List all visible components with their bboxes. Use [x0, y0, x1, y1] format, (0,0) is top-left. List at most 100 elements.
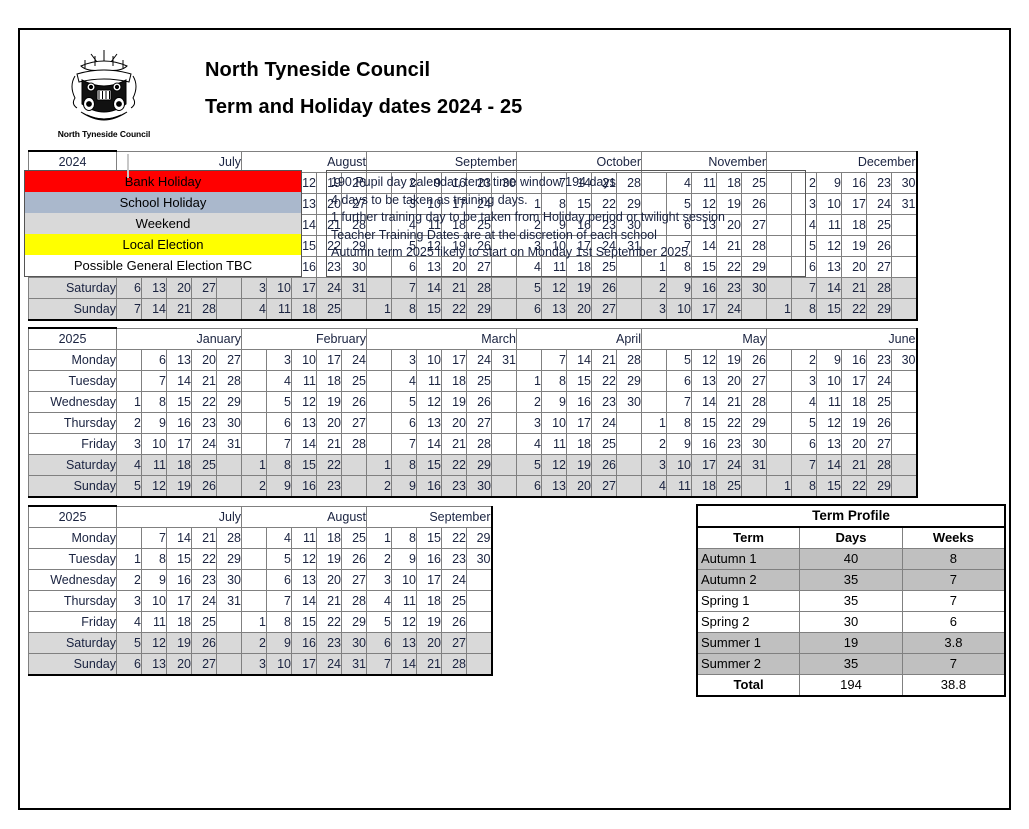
year-label: 2025	[28, 505, 117, 528]
month-header: March	[366, 327, 517, 350]
date-cell	[766, 454, 792, 476]
calendar-row: Saturday 4 11 18 25 1 8 15 22 1 8 15 22 29 5 12 19 26 3 10 1…	[28, 454, 918, 476]
date-cell	[616, 433, 642, 455]
date-cell	[491, 454, 517, 476]
date-cell: 14	[291, 433, 317, 455]
term-profile-row: Summer 2 35 7	[696, 653, 1006, 675]
date-cell: 17	[566, 412, 592, 434]
date-cell: 6	[791, 433, 817, 455]
date-cell	[491, 475, 517, 498]
date-cell: 4	[266, 527, 292, 549]
note-line: 4 days to be taken as training days.	[331, 192, 528, 207]
legend-row: Local Election	[24, 234, 302, 255]
date-cell: 7	[141, 370, 167, 392]
legend-label: Local Election	[24, 234, 302, 255]
date-cell: 11	[266, 298, 292, 321]
date-cell: 10	[666, 298, 692, 321]
date-cell: 8	[266, 454, 292, 476]
date-cell: 15	[416, 527, 442, 549]
date-cell: 19	[416, 611, 442, 633]
date-cell	[616, 277, 642, 299]
date-cell: 25	[716, 475, 742, 498]
term-days: 35	[799, 590, 903, 612]
date-cell: 15	[416, 298, 442, 321]
date-cell: 21	[416, 653, 442, 676]
date-cell: 30	[616, 391, 642, 413]
date-cell	[766, 370, 792, 392]
date-cell: 10	[141, 590, 167, 612]
term-days: 35	[799, 569, 903, 591]
date-cell: 5	[791, 412, 817, 434]
calendar-row: Sunday 5 12 19 26 2 9 16 23 2 9 16 23 30 6 13 20 27 4 11 18 2…	[28, 475, 918, 498]
date-cell: 10	[816, 370, 842, 392]
date-cell: 13	[416, 412, 442, 434]
date-cell: 20	[416, 632, 442, 654]
date-cell	[616, 475, 642, 498]
term-profile-total-row: Total 194 38.8	[696, 674, 1006, 697]
date-cell: 11	[291, 370, 317, 392]
date-cell	[891, 370, 918, 392]
date-cell	[116, 370, 142, 392]
weekday-label: Thursday	[28, 590, 117, 612]
date-cell: 19	[166, 632, 192, 654]
term-weeks: 8	[901, 548, 1006, 570]
term-profile-header: Term	[696, 526, 801, 549]
date-cell: 12	[816, 412, 842, 434]
term-profile-row: Spring 1 35 7	[696, 590, 1006, 612]
calendar-row: Thursday 3 10 17 24 31 7 14 21 28 4 11 18 25	[28, 590, 493, 612]
date-cell	[491, 391, 517, 413]
date-cell: 18	[416, 590, 442, 612]
date-cell: 16	[416, 475, 442, 498]
date-cell: 29	[466, 298, 492, 321]
date-cell: 30	[216, 412, 242, 434]
date-cell	[466, 653, 493, 676]
date-cell: 9	[666, 433, 692, 455]
date-cell: 23	[716, 433, 742, 455]
date-cell: 18	[166, 454, 192, 476]
term-days: 30	[799, 611, 903, 633]
date-cell: 3	[366, 569, 392, 591]
date-cell: 31	[341, 277, 367, 299]
date-cell: 1	[241, 454, 267, 476]
date-cell: 8	[141, 548, 167, 570]
date-cell: 18	[566, 433, 592, 455]
date-cell: 7	[116, 298, 142, 321]
date-cell: 21	[591, 349, 617, 371]
date-cell: 28	[341, 433, 367, 455]
date-cell: 15	[566, 370, 592, 392]
date-cell: 13	[291, 569, 317, 591]
date-cell: 3	[116, 433, 142, 455]
weekday-label: Sunday	[28, 475, 117, 498]
date-cell: 16	[691, 277, 717, 299]
term-weeks: 7	[901, 653, 1006, 675]
date-cell: 9	[141, 569, 167, 591]
date-cell: 6	[266, 569, 292, 591]
date-cell	[891, 475, 918, 498]
date-cell: 5	[516, 454, 542, 476]
date-cell: 5	[116, 475, 142, 498]
date-cell: 29	[741, 412, 767, 434]
date-cell: 9	[141, 412, 167, 434]
date-cell: 14	[691, 391, 717, 413]
date-cell: 17	[441, 349, 467, 371]
date-cell: 1	[516, 370, 542, 392]
date-cell: 23	[866, 349, 892, 371]
date-cell: 1	[766, 475, 792, 498]
date-cell: 3	[641, 298, 667, 321]
legend-row: Possible General Election TBC	[24, 255, 302, 277]
date-cell: 21	[441, 277, 467, 299]
date-cell: 1	[641, 412, 667, 434]
date-cell: 27	[191, 653, 217, 676]
date-cell	[366, 433, 392, 455]
date-cell: 3	[641, 454, 667, 476]
date-cell	[216, 611, 242, 633]
date-cell: 31	[216, 590, 242, 612]
date-cell: 1	[116, 391, 142, 413]
term-days: 40	[799, 548, 903, 570]
calendar-row: Monday 7 14 21 28 4 11 18 25 1 8 15 22 29	[28, 527, 493, 549]
date-cell: 28	[216, 527, 242, 549]
date-cell: 24	[716, 298, 742, 321]
date-cell	[216, 632, 242, 654]
term-name: Spring 2	[696, 611, 801, 633]
date-cell: 26	[341, 391, 367, 413]
